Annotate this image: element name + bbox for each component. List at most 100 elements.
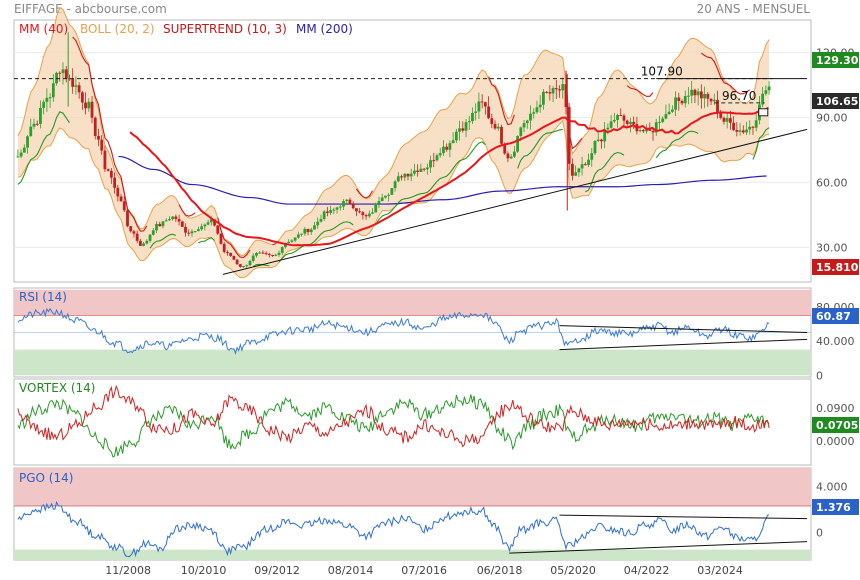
candle-body	[516, 135, 520, 152]
candle-body	[16, 156, 20, 158]
candle-body	[422, 168, 426, 170]
candle-body	[161, 221, 165, 227]
candle-body	[506, 153, 510, 159]
candle-body	[71, 79, 75, 87]
candle-body	[719, 112, 723, 118]
candle-body	[400, 176, 403, 178]
candle-body	[706, 93, 710, 99]
candle-body	[22, 147, 26, 153]
candle-body	[393, 181, 397, 189]
candle-body	[764, 90, 768, 94]
pgo-y-tick: 0	[816, 526, 823, 539]
candle-body	[322, 211, 326, 219]
candle-body	[767, 86, 771, 91]
candle-body	[164, 220, 168, 222]
candle-body	[61, 69, 65, 74]
candle-body	[664, 114, 668, 119]
candle-body	[606, 127, 610, 130]
candle-body	[316, 221, 320, 226]
candle-body	[48, 97, 52, 99]
candle-body	[641, 130, 645, 132]
candle-body	[242, 266, 245, 268]
candle-body	[351, 204, 355, 209]
rsi-overbought-zone	[14, 289, 811, 316]
candle-body	[712, 99, 716, 102]
legend-boll: BOLL (20, 2)	[80, 22, 155, 36]
candle-body	[193, 231, 197, 233]
candle-body	[732, 122, 736, 130]
candle-body	[403, 173, 407, 178]
candle-body	[496, 126, 500, 129]
pgo-title: PGO (14)	[19, 471, 73, 485]
x-axis-label: 05/2020	[550, 564, 596, 577]
candle-body	[168, 219, 171, 221]
candle-body	[435, 155, 439, 161]
candle-body	[687, 95, 690, 97]
candle-body	[438, 153, 442, 156]
candle-body	[329, 210, 333, 213]
vortex-panel: 0.0900 0.0000 0.0705 VORTEX (14)	[13, 378, 859, 466]
candle-body	[509, 156, 513, 159]
candle-body	[19, 152, 23, 157]
price-high-badge: 129.30	[816, 54, 859, 67]
candle-body	[332, 209, 336, 211]
candle-body	[219, 233, 223, 244]
candle-body	[235, 259, 239, 265]
candle-body	[364, 215, 368, 217]
candle-body	[300, 233, 303, 235]
rsi-panel: 040.00080.00060.87 RSI (14)	[13, 287, 859, 382]
candle-body	[722, 117, 726, 122]
pgo-badge: 1.376	[816, 501, 851, 514]
vortex-y-axis: 0.0900 0.0000 0.0705	[812, 402, 859, 448]
rsi-y-tick: 0	[816, 369, 823, 382]
candle-body	[367, 213, 371, 217]
candle-body	[103, 150, 107, 170]
candle-body	[267, 254, 271, 256]
candle-body	[293, 237, 297, 241]
candle-body	[335, 207, 339, 210]
candle-body	[296, 234, 300, 238]
candle-body	[406, 173, 410, 177]
rsi-title: RSI (14)	[19, 290, 67, 304]
candle-body	[609, 121, 613, 128]
candle-body	[77, 85, 81, 93]
candle-body	[106, 169, 110, 171]
price-low-badge: 15.810	[816, 261, 859, 274]
price-last-badge: 106.65	[816, 95, 858, 108]
candle-body	[538, 104, 542, 108]
candle-body	[709, 98, 713, 102]
stock-chart: EIFFAGE - abcbourse.com 20 ANS - MENSUEL…	[0, 0, 860, 580]
x-axis-label: 04/2022	[624, 564, 670, 577]
candle-body	[264, 253, 268, 255]
candle-body	[45, 97, 49, 102]
candle-body	[116, 187, 120, 197]
candle-body	[280, 247, 284, 253]
candle-body	[342, 201, 345, 207]
candle-body	[619, 114, 623, 116]
legend-supertrend: SUPERTREND (10, 3)	[163, 22, 287, 36]
candle-body	[590, 153, 594, 160]
candle-body	[541, 91, 545, 105]
candle-body	[477, 101, 481, 112]
candle-body	[661, 118, 665, 122]
candle-body	[596, 139, 600, 141]
candle-body	[690, 89, 694, 96]
pgo-y-tick: 4.000	[816, 480, 848, 493]
candle-body	[255, 253, 258, 256]
candle-body	[458, 128, 461, 132]
candle-body	[442, 146, 445, 154]
candle-body	[487, 106, 490, 119]
candle-body	[571, 163, 574, 176]
candle-body	[587, 159, 590, 165]
candle-body	[274, 254, 278, 256]
candle-body	[471, 112, 474, 122]
candle-body	[287, 241, 291, 243]
candle-body	[390, 188, 394, 195]
candle-body	[303, 228, 307, 234]
candle-body	[374, 203, 378, 213]
candle-body	[416, 170, 420, 172]
candle-body	[35, 123, 39, 125]
candle-body	[748, 126, 752, 130]
candle-body	[271, 254, 274, 256]
candle-body	[306, 228, 310, 233]
